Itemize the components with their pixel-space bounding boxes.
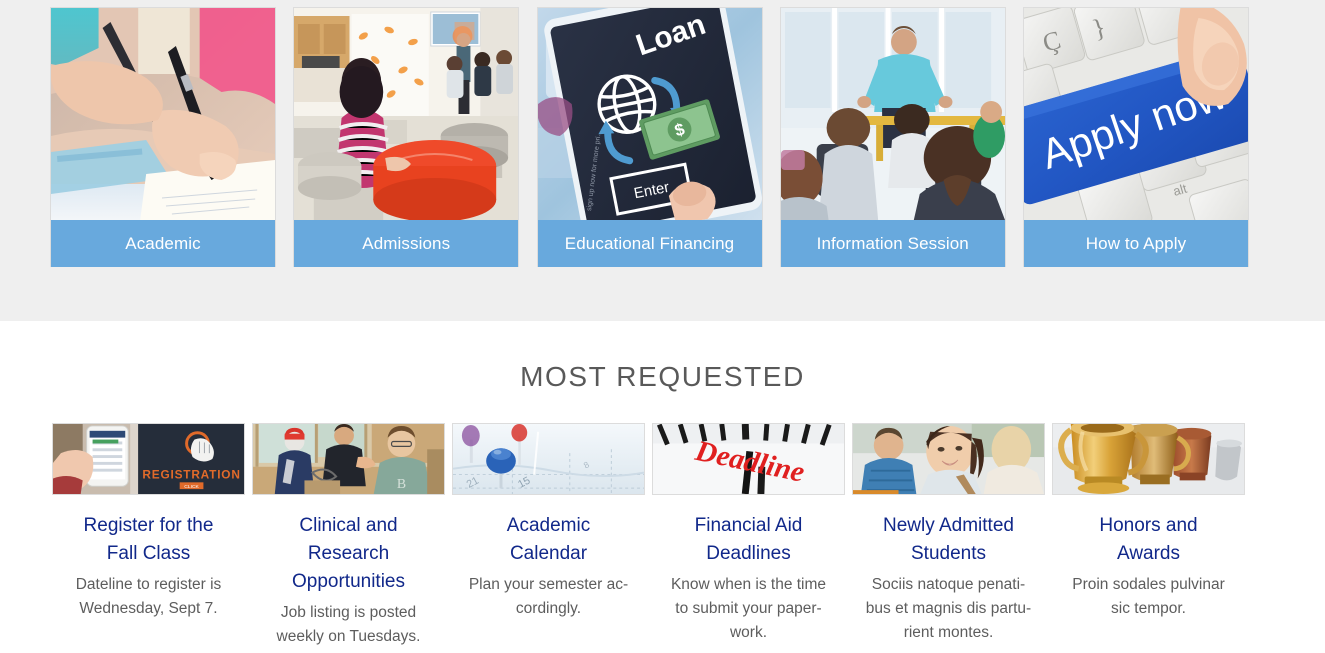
most-requested-link-newly-admitted-students[interactable]: Newly Admitted Students <box>852 512 1045 568</box>
clock-face-with-deadline-text-photo: Deadline <box>652 423 845 495</box>
category-card-educational-financing[interactable]: Loan $ Enter sign up now for more pri...… <box>536 7 763 267</box>
category-label-academic: Academic <box>51 220 275 267</box>
desc-line: sic tempor. <box>1111 600 1186 617</box>
category-card-how-to-apply[interactable]: Ç } alt Apply now How to Apply <box>1023 7 1249 267</box>
most-requested-desc: Know when is the time to submit your pap… <box>652 573 845 645</box>
desc-line: Plan your semester ac- <box>468 576 629 593</box>
title-line: Deadlines <box>706 543 791 564</box>
title-line: Newly Admitted <box>883 515 1014 536</box>
most-requested-desc: Job listing is posted weekly on Tuesdays… <box>252 601 445 649</box>
most-requested-item-register-for-the-fall-class[interactable]: REGISTRATION CLICK Register for the Fall… <box>52 423 245 649</box>
desc-line: weekly on Tuesdays. <box>276 628 421 645</box>
desc-line: rient montes. <box>903 624 994 641</box>
svg-text:B: B <box>397 476 406 491</box>
title-line: Opportunities <box>291 571 405 592</box>
most-requested-desc: Proin sodales pulvinar sic tempor. <box>1052 573 1245 621</box>
most-requested-link-academic-calendar[interactable]: Academic Calendar <box>452 512 645 568</box>
tablet-loan-screen-with-globe-and-money-photo: Loan $ Enter sign up now for more pri... <box>537 8 762 220</box>
most-requested-link-register-for-the-fall-class[interactable]: Register for the Fall Class <box>52 512 245 568</box>
category-cards-section: Academic Admissions Loan $ Enter sign up… <box>0 0 1325 321</box>
desc-line: Sociis natoque penati- <box>871 576 1026 593</box>
most-requested-item-financial-aid-deadlines[interactable]: Deadline Financial Aid Deadlines Know wh… <box>652 423 845 649</box>
desc-line: Job listing is posted <box>280 604 417 621</box>
desc-line: bus et magnis dis partu- <box>865 600 1032 617</box>
category-card-information-session[interactable]: Information Session <box>779 7 1006 267</box>
most-requested-desc: Dateline to register is Wednesday, Sept … <box>52 573 245 621</box>
desc-line: Dateline to register is <box>75 576 222 593</box>
most-requested-link-financial-aid-deadlines[interactable]: Financial Aid Deadlines <box>652 512 845 568</box>
most-requested-item-newly-admitted-students[interactable]: Newly Admitted Students Sociis natoque p… <box>852 423 1045 649</box>
title-line: Register for the <box>83 515 214 536</box>
svg-text:REGISTRATION: REGISTRATION <box>142 469 240 482</box>
title-line: Students <box>911 543 986 564</box>
most-requested-list: REGISTRATION CLICK Register for the Fall… <box>52 423 1245 649</box>
most-requested-heading: MOST REQUESTED <box>520 361 805 392</box>
desc-line: cordingly. <box>515 600 582 617</box>
category-label-admissions: Admissions <box>294 220 519 267</box>
phone-registration-screen-photo: REGISTRATION CLICK <box>52 423 245 495</box>
most-requested-item-clinical-and-research-opportunities[interactable]: B Clinical and Research Opportunities Jo… <box>252 423 445 649</box>
title-line: Honors and <box>1099 515 1198 536</box>
desc-line: Proin sodales pulvinar <box>1072 576 1225 593</box>
most-requested-desc: Plan your semester ac- cordingly. <box>452 573 645 621</box>
smiling-student-with-friends-photo <box>852 423 1045 495</box>
blue-apply-now-keyboard-key-photo: Ç } alt Apply now <box>1024 8 1248 220</box>
most-requested-section: MOST REQUESTED REGISTRATION CLICK Regist… <box>0 321 1325 653</box>
title-line: Research <box>307 543 390 564</box>
category-label-educational-financing: Educational Financing <box>537 220 762 267</box>
most-requested-link-honors-and-awards[interactable]: Honors and Awards <box>1052 512 1245 568</box>
title-line: Academic <box>506 515 591 536</box>
category-card-admissions[interactable]: Admissions <box>293 7 520 267</box>
most-requested-desc: Sociis natoque penati- bus et magnis dis… <box>852 573 1045 645</box>
pushpins-on-calendar-photo: 21 15 8 <box>452 423 645 495</box>
most-requested-link-clinical-and-research-opportunities[interactable]: Clinical and Research Opportunities <box>252 512 445 596</box>
most-requested-item-academic-calendar[interactable]: 21 15 8 Academic Calendar Plan your seme… <box>452 423 645 649</box>
desc-line: to submit your paper- <box>675 600 822 617</box>
title-line: Financial Aid <box>694 515 803 536</box>
desc-line: Know when is the time <box>670 576 827 593</box>
category-card-academic[interactable]: Academic <box>50 7 276 267</box>
title-line: Calendar <box>509 543 588 564</box>
instructor-teaching-classroom-photo <box>780 8 1005 220</box>
gold-trophy-cups-photo <box>1052 423 1245 495</box>
desc-line: work. <box>729 624 768 641</box>
title-line: Awards <box>1116 543 1180 564</box>
svg-text:CLICK: CLICK <box>184 484 199 490</box>
title-line: Clinical and <box>299 515 398 536</box>
students-in-modern-lounge-presentation-photo <box>294 8 519 220</box>
category-label-information-session: Information Session <box>780 220 1005 267</box>
students-writing-in-notebooks-photo <box>51 8 275 220</box>
category-card-list: Academic Admissions Loan $ Enter sign up… <box>50 7 1249 267</box>
desc-line: Wednesday, Sept 7. <box>79 600 218 617</box>
most-requested-item-honors-and-awards[interactable]: Honors and Awards Proin sodales pulvinar… <box>1052 423 1245 649</box>
category-label-how-to-apply: How to Apply <box>1024 220 1248 267</box>
students-collaborating-in-classroom-photo: B <box>252 423 445 495</box>
title-line: Fall Class <box>106 543 191 564</box>
